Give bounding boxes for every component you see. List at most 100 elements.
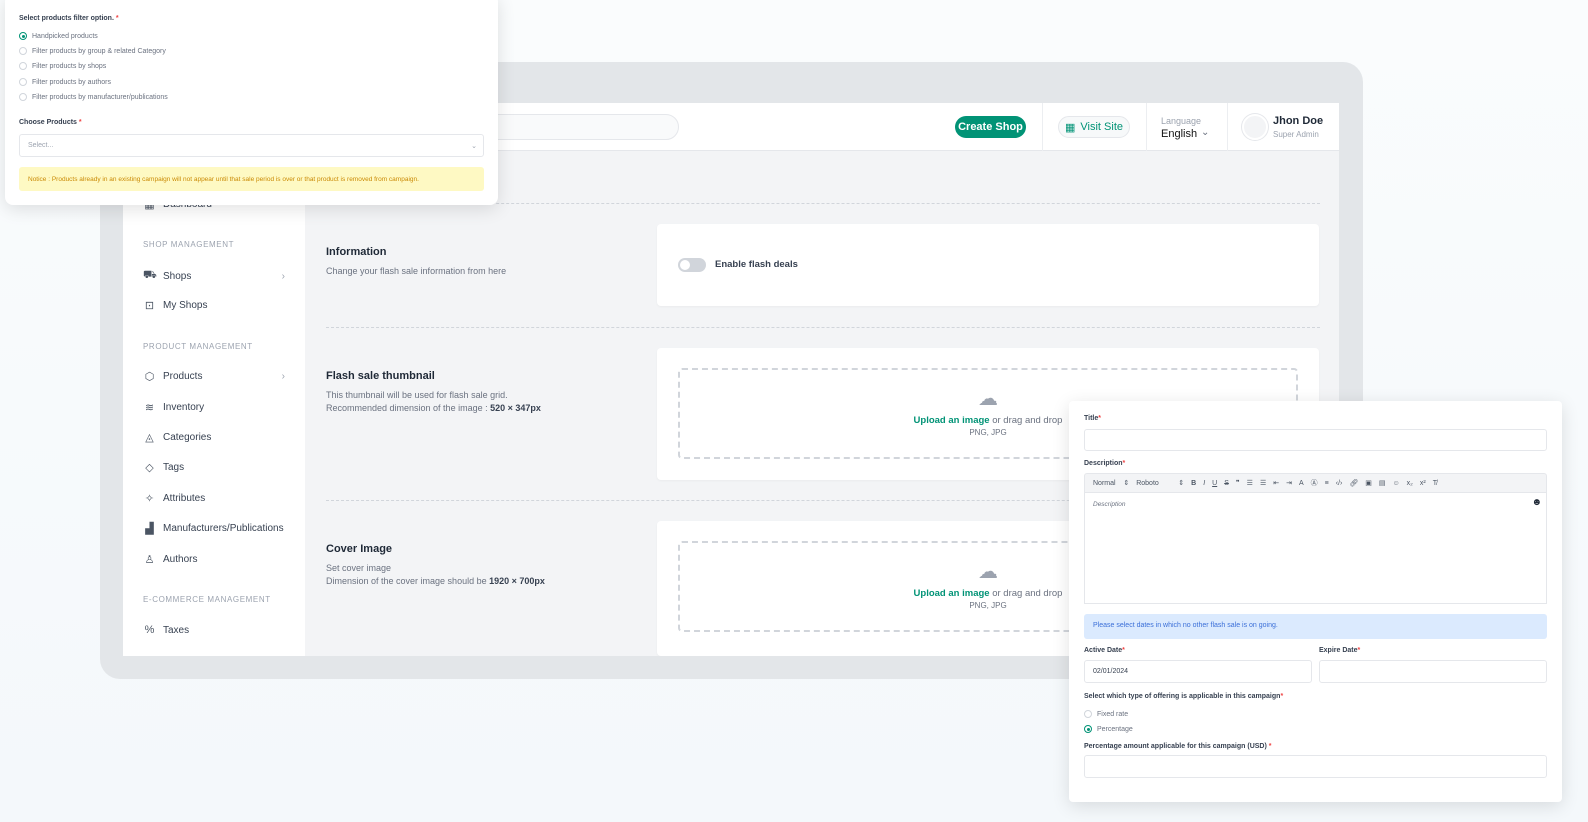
filter-option-category[interactable]: Filter products by group & related Categ… xyxy=(19,47,166,55)
percent-icon: % xyxy=(144,624,155,636)
information-description: Change your flash sale information from … xyxy=(326,266,507,276)
create-shop-button[interactable]: Create Shop xyxy=(955,116,1026,138)
upload-link[interactable]: Upload an image xyxy=(914,588,990,599)
heading-select[interactable]: Normal ⇕ xyxy=(1093,479,1129,487)
sidebar-item-label: Taxes xyxy=(163,624,190,636)
filter-label: Select products filter option. * xyxy=(19,15,119,22)
text-color-icon[interactable]: A xyxy=(1299,480,1304,487)
description-editor[interactable]: Description ☻ xyxy=(1084,493,1547,604)
sidebar-item-authors[interactable]: ♙ Authors xyxy=(143,553,285,566)
radio[interactable] xyxy=(19,78,27,86)
enable-flash-deals-toggle[interactable] xyxy=(678,258,706,272)
thumbnail-description: This thumbnail will be used for flash sa… xyxy=(326,389,541,415)
option-label: Filter products by group & related Categ… xyxy=(32,47,166,55)
enable-flash-deals-label: Enable flash deals xyxy=(715,259,798,270)
offering-fixed-rate[interactable]: Fixed rate xyxy=(1084,710,1128,718)
strike-icon[interactable]: S xyxy=(1224,480,1229,487)
title-input[interactable] xyxy=(1084,429,1547,451)
font-select[interactable]: Roboto ⇕ xyxy=(1136,479,1184,487)
sidebar: ▦Dashboard SHOP MANAGEMENT ⛟Shops› ⊡My S… xyxy=(123,152,305,656)
emoji-icon[interactable]: ☻ xyxy=(1531,497,1542,508)
chevron-down-icon[interactable]: ⌄ xyxy=(1201,127,1209,138)
sidebar-item-my-shops[interactable]: ⊡ My Shops xyxy=(143,299,285,312)
upload-text: or drag and drop xyxy=(989,588,1063,599)
subscript-icon[interactable]: x₂ xyxy=(1407,480,1413,487)
sidebar-item-attributes[interactable]: ✧ Attributes xyxy=(143,492,285,505)
radio-checked[interactable] xyxy=(1084,725,1092,733)
quote-icon[interactable]: ❞ xyxy=(1236,479,1240,487)
amount-label: Percentage amount applicable for this ca… xyxy=(1084,743,1272,750)
active-date-label: Active Date* xyxy=(1084,647,1125,654)
radio[interactable] xyxy=(19,62,27,70)
filter-option-shops[interactable]: Filter products by shops xyxy=(19,62,106,70)
sidebar-item-label: Shops xyxy=(163,270,192,282)
sidebar-item-categories[interactable]: ◬ Categories xyxy=(143,431,285,444)
italic-icon[interactable]: I xyxy=(1203,480,1205,487)
information-card: Enable flash deals xyxy=(657,224,1319,306)
box-icon: ⬡ xyxy=(144,371,155,383)
sidebar-item-taxes[interactable]: % Taxes xyxy=(143,624,285,636)
ordered-list-icon[interactable]: ☰ xyxy=(1247,479,1253,487)
shop-icon: ⊡ xyxy=(144,300,155,312)
code-icon[interactable]: ‹/› xyxy=(1336,480,1343,487)
link-icon[interactable]: 🔗︎ xyxy=(1349,479,1358,487)
clear-format-icon[interactable]: T̸ xyxy=(1433,480,1437,487)
offering-percentage[interactable]: Percentage xyxy=(1084,725,1133,733)
sidebar-item-label: Inventory xyxy=(163,402,205,413)
video-icon[interactable]: ▤ xyxy=(1379,479,1386,487)
campaign-form-popup: Title* Description* Normal ⇕ Roboto ⇕ BI… xyxy=(1069,401,1562,802)
sidebar-item-tags[interactable]: ◇ Tags xyxy=(143,461,285,474)
upload-link[interactable]: Upload an image xyxy=(914,415,990,426)
option-label: Filter products by manufacturer/publicat… xyxy=(32,93,168,101)
divider xyxy=(326,327,1320,328)
superscript-icon[interactable]: x² xyxy=(1420,480,1426,487)
bullet-list-icon[interactable]: ☰ xyxy=(1260,479,1266,487)
choose-products-text: Choose Products xyxy=(19,119,77,126)
visit-site-button[interactable]: ▦ Visit Site xyxy=(1058,116,1130,138)
choose-products-select[interactable]: Select... ⌄ xyxy=(19,134,484,157)
filter-option-handpicked[interactable]: Handpicked products xyxy=(19,32,98,40)
sidebar-item-products[interactable]: ⬡ Products › xyxy=(143,370,285,383)
align-icon[interactable]: ≡ xyxy=(1325,480,1329,487)
underline-icon[interactable]: U xyxy=(1212,480,1217,487)
radio[interactable] xyxy=(19,93,27,101)
emoji-icon[interactable]: ☺ xyxy=(1392,480,1399,487)
radio[interactable] xyxy=(19,47,27,55)
option-label: Handpicked products xyxy=(32,32,98,40)
language-select[interactable]: English xyxy=(1161,128,1197,140)
expire-date-input[interactable] xyxy=(1319,660,1547,683)
date-notice: Please select dates in which no other fl… xyxy=(1084,614,1547,639)
title-label: Title* xyxy=(1084,415,1101,422)
indent-icon[interactable]: ⇥ xyxy=(1286,479,1292,487)
sidebar-item-manufacturers[interactable]: ▟ Manufacturers/Publications xyxy=(143,522,285,535)
sidebar-item-label: Products xyxy=(163,371,203,382)
section-product-management: PRODUCT MANAGEMENT xyxy=(143,342,253,351)
background-color-icon[interactable]: Ⓐ xyxy=(1311,478,1318,488)
title-label-text: Title xyxy=(1084,415,1099,422)
expire-date-text: Expire Date xyxy=(1319,647,1358,654)
select-placeholder: Select... xyxy=(28,142,54,149)
radio[interactable] xyxy=(1084,710,1092,718)
outdent-icon[interactable]: ⇤ xyxy=(1273,479,1279,487)
amount-label-text: Percentage amount applicable for this ca… xyxy=(1084,743,1267,750)
amount-input[interactable] xyxy=(1084,755,1547,778)
product-filter-popup: Select products filter option. * Handpic… xyxy=(5,0,498,205)
wand-icon: ✧ xyxy=(144,493,155,505)
divider xyxy=(1146,103,1147,151)
active-date-input[interactable]: 02/01/2024 xyxy=(1084,660,1312,683)
offering-label-text: Select which type of offering is applica… xyxy=(1084,693,1281,700)
image-icon[interactable]: ▣ xyxy=(1365,479,1372,487)
radio-checked[interactable] xyxy=(19,32,27,40)
filter-label-text: Select products filter option. xyxy=(19,15,114,22)
bold-icon[interactable]: B xyxy=(1191,480,1196,487)
sidebar-item-shops[interactable]: ⛟ Shops › xyxy=(143,269,285,283)
sidebar-item-label: Manufacturers/Publications xyxy=(163,523,284,534)
expire-date-label: Expire Date* xyxy=(1319,647,1361,654)
filter-option-authors[interactable]: Filter products by authors xyxy=(19,78,111,86)
filter-option-manufacturer[interactable]: Filter products by manufacturer/publicat… xyxy=(19,93,168,101)
cart-icon: ⛟ xyxy=(143,269,157,281)
sidebar-item-inventory[interactable]: ≋ Inventory xyxy=(143,401,285,414)
option-label: Fixed rate xyxy=(1097,710,1129,718)
cover-dim-label: Dimension of the cover image should be xyxy=(326,576,487,586)
avatar[interactable] xyxy=(1242,114,1268,140)
